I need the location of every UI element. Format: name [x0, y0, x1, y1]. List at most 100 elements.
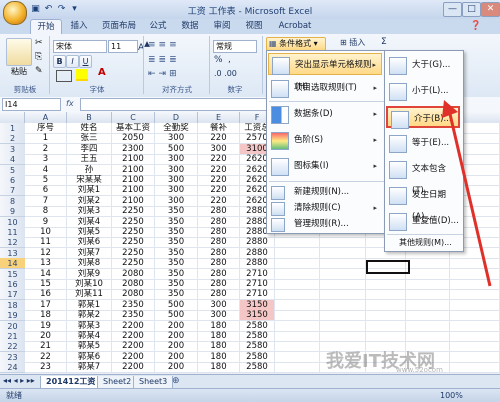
fx-button[interactable]: fx: [66, 99, 74, 108]
table-cell[interactable]: 2880: [240, 247, 275, 259]
table-cell[interactable]: [275, 310, 320, 322]
table-cell[interactable]: 2080: [112, 289, 155, 301]
table-cell[interactable]: 200: [155, 362, 198, 374]
decimal-icons[interactable]: .0 .00: [214, 69, 237, 78]
table-cell[interactable]: 全勤奖: [155, 123, 198, 134]
icon-sets-item[interactable]: 图标集(I) ▸: [268, 155, 382, 177]
table-cell[interactable]: 刘某10: [67, 279, 112, 290]
row-header[interactable]: 1: [0, 123, 25, 134]
row-header[interactable]: 11: [0, 227, 25, 238]
table-cell[interactable]: 180: [198, 331, 240, 342]
table-cell[interactable]: 280: [198, 258, 240, 270]
cut-icon[interactable]: ✂: [35, 38, 43, 48]
table-cell[interactable]: [366, 331, 406, 342]
table-cell[interactable]: 2100: [112, 164, 155, 176]
table-cell[interactable]: [366, 279, 406, 290]
table-cell[interactable]: [406, 310, 450, 322]
table-cell[interactable]: 2300: [112, 143, 155, 155]
table-cell[interactable]: 180: [198, 320, 240, 332]
table-cell[interactable]: 300: [155, 133, 198, 145]
table-cell[interactable]: [450, 351, 500, 363]
table-cell[interactable]: [320, 279, 366, 290]
table-cell[interactable]: 300: [198, 310, 240, 322]
table-cell[interactable]: [406, 299, 450, 311]
table-cell[interactable]: 2880: [240, 258, 275, 270]
table-cell[interactable]: 500: [155, 143, 198, 155]
table-cell[interactable]: [320, 247, 366, 259]
tab-page-layout[interactable]: 页面布局: [98, 19, 140, 34]
table-cell[interactable]: 2100: [112, 154, 155, 166]
table-cell[interactable]: [320, 310, 366, 322]
row-header[interactable]: 7: [0, 185, 25, 197]
table-cell[interactable]: 350: [155, 227, 198, 238]
table-cell[interactable]: 17: [25, 299, 67, 311]
insert-cells-button[interactable]: ⊞ 插入: [340, 37, 365, 48]
horizontal-align-icons[interactable]: ≣≣≣: [148, 55, 208, 65]
table-cell[interactable]: 2250: [112, 258, 155, 270]
table-cell[interactable]: 郭某3: [67, 320, 112, 332]
sheet-nav-icons[interactable]: ◂◂ ◂ ▸ ▸▸: [3, 376, 35, 385]
font-name-select[interactable]: 宋体: [53, 40, 107, 53]
data-bars-item[interactable]: 数据条(D) ▸: [268, 103, 382, 125]
table-cell[interactable]: 11: [25, 237, 67, 249]
table-cell[interactable]: [450, 299, 500, 311]
table-cell[interactable]: 2050: [112, 133, 155, 145]
table-cell[interactable]: [450, 331, 500, 342]
table-cell[interactable]: 郭某7: [67, 362, 112, 374]
table-cell[interactable]: 200: [155, 341, 198, 353]
row-header[interactable]: 20: [0, 320, 25, 332]
table-cell[interactable]: [275, 320, 320, 332]
table-cell[interactable]: 3150: [240, 310, 275, 322]
table-cell[interactable]: 180: [198, 362, 240, 374]
table-cell[interactable]: 16: [25, 289, 67, 301]
tab-acrobat[interactable]: Acrobat: [275, 19, 315, 34]
table-cell[interactable]: 280: [198, 237, 240, 249]
row-header[interactable]: 24: [0, 362, 25, 374]
table-cell[interactable]: 280: [198, 268, 240, 280]
table-cell[interactable]: 350: [155, 247, 198, 259]
table-cell[interactable]: [366, 289, 406, 301]
table-cell[interactable]: [320, 258, 366, 270]
row-header[interactable]: 19: [0, 310, 25, 322]
table-cell[interactable]: 郭某2: [67, 310, 112, 322]
redo-icon[interactable]: ↷: [56, 4, 67, 14]
table-cell[interactable]: 280: [198, 247, 240, 259]
table-cell[interactable]: 基本工资: [112, 123, 155, 134]
table-cell[interactable]: 2580: [240, 341, 275, 353]
column-header[interactable]: B: [67, 112, 112, 123]
table-cell[interactable]: 300: [155, 154, 198, 166]
table-cell[interactable]: 15: [25, 279, 67, 290]
table-cell[interactable]: 2080: [112, 268, 155, 280]
column-header[interactable]: C: [112, 112, 155, 123]
table-cell[interactable]: [320, 289, 366, 301]
table-cell[interactable]: 300: [198, 143, 240, 155]
top-align-icons[interactable]: ≡≡≡: [148, 40, 208, 50]
maximize-button[interactable]: □: [462, 2, 481, 17]
select-all-corner[interactable]: [0, 112, 25, 123]
table-cell[interactable]: 2580: [240, 320, 275, 332]
column-header[interactable]: E: [198, 112, 240, 123]
table-cell[interactable]: 6: [25, 185, 67, 197]
column-header[interactable]: A: [25, 112, 67, 123]
table-cell[interactable]: [275, 299, 320, 311]
clear-rules-item[interactable]: 清除规则(C) ▸: [268, 200, 382, 217]
table-cell[interactable]: 2880: [240, 237, 275, 249]
zoom-level[interactable]: 100%: [440, 389, 463, 402]
tab-review[interactable]: 审阅: [208, 19, 236, 34]
table-cell[interactable]: 300: [155, 195, 198, 207]
table-cell[interactable]: 2200: [112, 351, 155, 363]
color-scales-item[interactable]: 色阶(S) ▸: [268, 129, 382, 151]
table-cell[interactable]: 350: [155, 289, 198, 301]
table-cell[interactable]: [275, 247, 320, 259]
row-header[interactable]: 3: [0, 143, 25, 155]
table-cell[interactable]: 4: [25, 164, 67, 176]
table-cell[interactable]: [320, 268, 366, 280]
table-cell[interactable]: 3150: [240, 299, 275, 311]
table-cell[interactable]: [320, 331, 366, 342]
table-cell[interactable]: 2200: [112, 341, 155, 353]
table-cell[interactable]: 220: [198, 133, 240, 145]
greater-than-item[interactable]: 大于(G)...: [386, 54, 460, 76]
table-cell[interactable]: 12: [25, 247, 67, 259]
table-cell[interactable]: 2350: [112, 310, 155, 322]
top-bottom-rules-item[interactable]: 项目选取规则(T) ▸: [268, 77, 382, 99]
